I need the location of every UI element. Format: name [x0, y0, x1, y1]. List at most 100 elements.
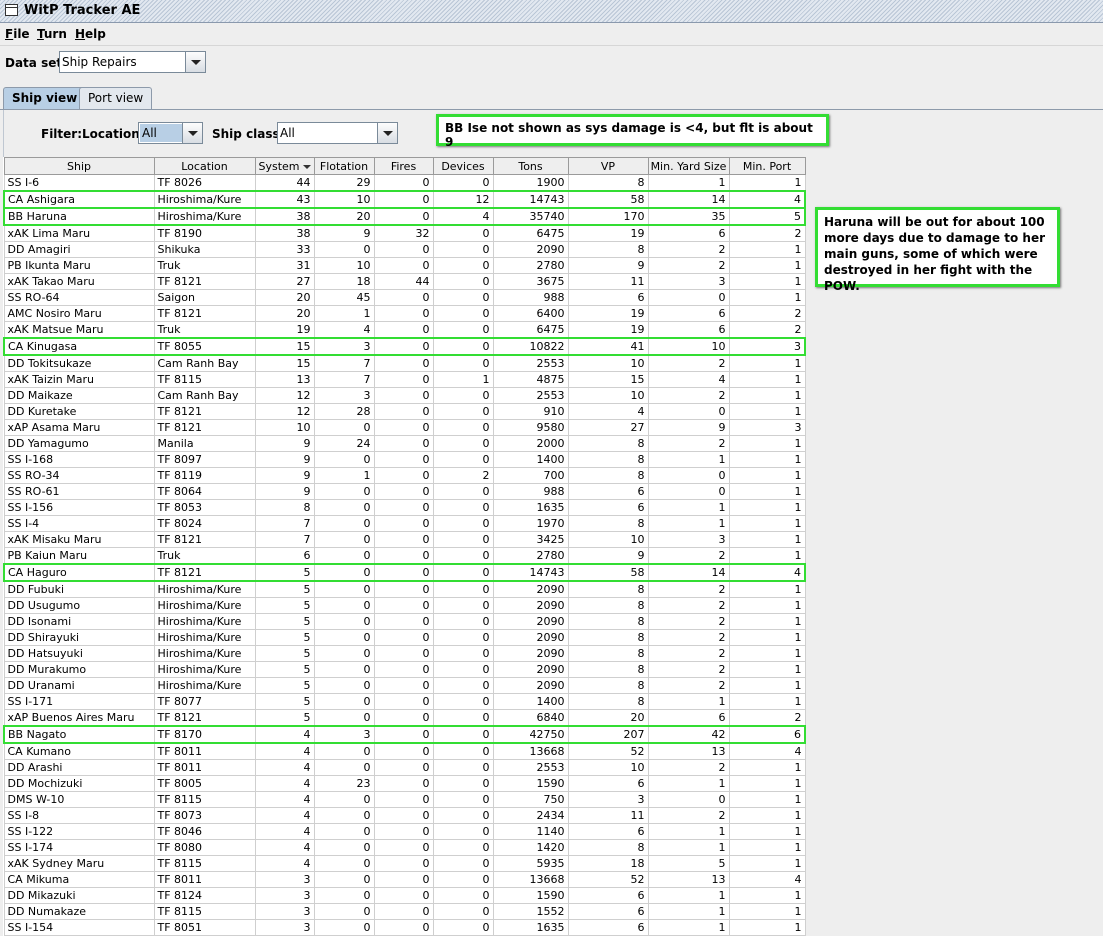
table-row[interactable]: CA Haguro TF 8121 5 0 0 0 14743 58 14 4 — [3, 563, 806, 582]
table-row[interactable]: DD Maikaze Cam Ranh Bay 12 3 0 0 2553 10 2 1 — [3, 387, 806, 404]
table-cell: 1 — [647, 499, 730, 516]
table-cell: 13 — [647, 742, 730, 760]
table-cell: 3675 — [492, 273, 569, 290]
column-header-min-yard-size[interactable]: Min. Yard Size — [647, 157, 730, 175]
menu-turn[interactable]: Turn — [37, 27, 67, 41]
table-cell: 4 — [254, 791, 315, 808]
table-row[interactable]: SS I-171 TF 8077 5 0 0 0 1400 8 1 1 — [3, 693, 806, 710]
table-cell: 750 — [492, 791, 569, 808]
column-header-min-port[interactable]: Min. Port — [728, 157, 806, 175]
column-header-tons[interactable]: Tons — [492, 157, 569, 175]
table-row[interactable]: DD Yamagumo Manila 9 24 0 0 2000 8 2 1 — [3, 435, 806, 452]
table-row[interactable]: SS I-154 TF 8051 3 0 0 0 1635 6 1 1 — [3, 919, 806, 936]
table-row[interactable]: PB Kaiun Maru Truk 6 0 0 0 2780 9 2 1 — [3, 547, 806, 565]
table-cell: 0 — [432, 435, 494, 452]
table-row[interactable]: xAK Taizin Maru TF 8115 13 7 0 1 4875 15 4 1 — [3, 371, 806, 388]
table-row[interactable]: xAK Misaku Maru TF 8121 7 0 0 0 3425 10 3 1 — [3, 531, 806, 548]
table-row[interactable]: BB Nagato TF 8170 4 3 0 0 42750 207 42 6 — [3, 725, 806, 744]
table-row[interactable]: SS I-8 TF 8073 4 0 0 0 2434 11 2 1 — [3, 807, 806, 824]
table-cell: 4 — [254, 759, 315, 776]
table-row[interactable]: DD Uranami Hiroshima/Kure 5 0 0 0 2090 8 2 1 — [3, 677, 806, 694]
location-label: Location: — [82, 127, 145, 141]
chevron-down-icon[interactable] — [377, 123, 397, 143]
table-cell: xAP Asama Maru — [3, 419, 155, 436]
table-cell: 10 — [647, 337, 730, 356]
menu-help[interactable]: Help — [75, 27, 106, 41]
table-row[interactable]: CA Ashigara Hiroshima/Kure 43 10 0 12 14743 58 1… — [3, 190, 806, 209]
table-cell: TF 8190 — [153, 224, 256, 242]
table-row[interactable]: DD Shirayuki Hiroshima/Kure 5 0 0 0 2090 8 2 1 — [3, 629, 806, 646]
column-header-devices[interactable]: Devices — [432, 157, 494, 175]
table-row[interactable]: DD Hatsuyuki Hiroshima/Kure 5 0 0 0 2090 8 2 1 — [3, 645, 806, 662]
table-cell: 3 — [728, 337, 806, 356]
table-row[interactable]: DD Mochizuki TF 8005 4 23 0 0 1590 6 1 1 — [3, 775, 806, 792]
table-cell: 1400 — [492, 451, 569, 468]
table-cell: 5935 — [492, 855, 569, 872]
annotation-note-ise: BB Ise not shown as sys damage is <4, bu… — [436, 114, 829, 149]
table-row[interactable]: SS I-156 TF 8053 8 0 0 0 1635 6 1 1 — [3, 499, 806, 516]
table-row[interactable]: DD Murakumo Hiroshima/Kure 5 0 0 0 2090 8 2 1 — [3, 661, 806, 678]
table-cell: 2 — [647, 807, 730, 824]
tab-ship-view[interactable]: Ship view — [3, 87, 87, 110]
table-cell: 0 — [432, 742, 494, 760]
table-row[interactable]: SS RO-64 Saigon 20 45 0 0 988 6 0 1 — [3, 289, 806, 306]
table-cell: 11 — [567, 807, 649, 824]
table-row[interactable]: SS I-4 TF 8024 7 0 0 0 1970 8 1 1 — [3, 515, 806, 532]
table-cell: 1 — [728, 354, 806, 372]
column-header-location[interactable]: Location — [153, 157, 256, 175]
table-cell: 13 — [254, 371, 315, 388]
table-row[interactable]: xAK Takao Maru TF 8121 27 18 44 0 3675 11 3 1 — [3, 273, 806, 290]
table-row[interactable]: xAK Matsue Maru Truk 19 4 0 0 6475 19 6 2 — [3, 321, 806, 339]
table-cell: 15 — [567, 371, 649, 388]
column-header-vp[interactable]: VP — [567, 157, 649, 175]
dataset-select[interactable]: Ship Repairs — [59, 51, 206, 73]
location-select[interactable]: All — [138, 122, 203, 144]
table-row[interactable]: DD Fubuki Hiroshima/Kure 5 0 0 0 2090 8 2 1 — [3, 580, 806, 598]
table-row[interactable]: CA Kinugasa TF 8055 15 3 0 0 10822 41 10 3 — [3, 337, 806, 356]
column-header-system[interactable]: System — [254, 157, 315, 175]
table-row[interactable]: xAK Lima Maru TF 8190 38 9 32 0 6475 19 6 2 — [3, 224, 806, 242]
table-row[interactable]: DD Kuretake TF 8121 12 28 0 0 910 4 0 1 — [3, 403, 806, 420]
menu-file[interactable]: File — [5, 27, 30, 41]
table-row[interactable]: xAP Buenos Aires Maru TF 8121 5 0 0 0 6840 20 6 2 — [3, 709, 806, 727]
table-row[interactable]: DD Arashi TF 8011 4 0 0 0 2553 10 2 1 — [3, 759, 806, 776]
table-row[interactable]: PB Ikunta Maru Truk 31 10 0 0 2780 9 2 1 — [3, 257, 806, 274]
table-row[interactable]: DMS W-10 TF 8115 4 0 0 0 750 3 0 1 — [3, 791, 806, 808]
table-row[interactable]: xAP Asama Maru TF 8121 10 0 0 0 9580 27 9 3 — [3, 419, 806, 436]
table-cell: TF 8080 — [153, 839, 256, 856]
table-row[interactable]: SS RO-34 TF 8119 9 1 0 2 700 8 0 1 — [3, 467, 806, 484]
table-row[interactable]: DD Amagiri Shikuka 33 0 0 0 2090 8 2 1 — [3, 241, 806, 258]
table-row[interactable]: SS I-122 TF 8046 4 0 0 0 1140 6 1 1 — [3, 823, 806, 840]
column-header-flotation[interactable]: Flotation — [313, 157, 375, 175]
table-row[interactable]: xAK Sydney Maru TF 8115 4 0 0 0 5935 18 5 1 — [3, 855, 806, 872]
table-row[interactable]: AMC Nosiro Maru TF 8121 20 1 0 0 6400 19 6 2 — [3, 305, 806, 322]
chevron-down-icon[interactable] — [185, 52, 205, 72]
table-cell: 1590 — [492, 887, 569, 904]
column-header-ship[interactable]: Ship — [3, 157, 155, 175]
table-cell: AMC Nosiro Maru — [3, 305, 155, 322]
table-row[interactable]: SS I-168 TF 8097 9 0 0 0 1400 8 1 1 — [3, 451, 806, 468]
table-row[interactable]: DD Usugumo Hiroshima/Kure 5 0 0 0 2090 8 2 1 — [3, 597, 806, 614]
table-row[interactable]: DD Numakaze TF 8115 3 0 0 0 1552 6 1 1 — [3, 903, 806, 920]
column-header-fires[interactable]: Fires — [373, 157, 434, 175]
table-cell: 0 — [432, 839, 494, 856]
tab-port-view[interactable]: Port view — [79, 87, 153, 109]
table-row[interactable]: DD Mikazuki TF 8124 3 0 0 0 1590 6 1 1 — [3, 887, 806, 904]
table-row[interactable]: SS I-174 TF 8080 4 0 0 0 1420 8 1 1 — [3, 839, 806, 856]
table-cell: TF 8053 — [153, 499, 256, 516]
table-row[interactable]: SS RO-61 TF 8064 9 0 0 0 988 6 0 1 — [3, 483, 806, 500]
table-row[interactable]: BB Haruna Hiroshima/Kure 38 20 0 4 35740 170 35 5 — [3, 207, 806, 226]
table-cell: 0 — [373, 871, 434, 888]
chevron-down-icon[interactable] — [182, 123, 202, 143]
table-row[interactable]: CA Mikuma TF 8011 3 0 0 0 13668 52 13 4 — [3, 871, 806, 888]
shipclass-select[interactable]: All — [277, 122, 398, 144]
table-row[interactable]: DD Tokitsukaze Cam Ranh Bay 15 7 0 0 2553 10 2 1 — [3, 354, 806, 372]
table-row[interactable]: SS I-6 TF 8026 44 29 0 0 1900 8 1 1 — [3, 174, 806, 192]
table-cell: 2090 — [492, 677, 569, 694]
table-cell: 8 — [567, 515, 649, 532]
table-cell: 0 — [432, 305, 494, 322]
table-row[interactable]: DD Isonami Hiroshima/Kure 5 0 0 0 2090 8 2 1 — [3, 613, 806, 630]
table-cell: 0 — [313, 419, 375, 436]
table-row[interactable]: CA Kumano TF 8011 4 0 0 0 13668 52 13 4 — [3, 742, 806, 760]
table-cell: 3 — [254, 887, 315, 904]
